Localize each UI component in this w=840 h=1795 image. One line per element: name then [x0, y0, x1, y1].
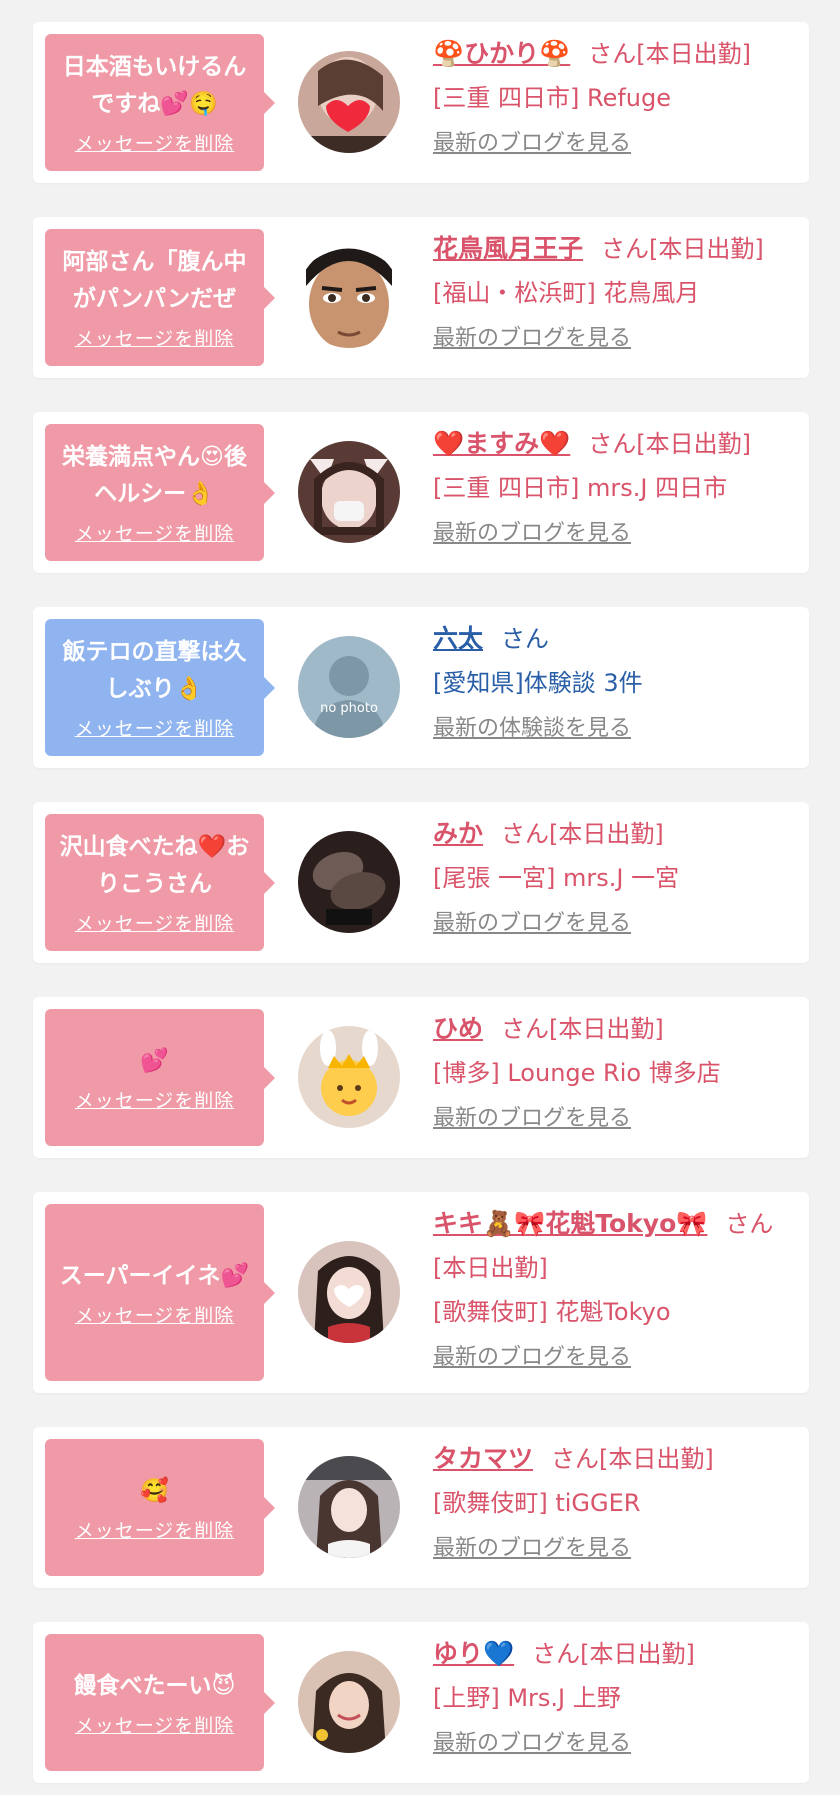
message-bubble: 日本酒もいけるん ですね💕🤤 メッセージを削除: [45, 34, 275, 171]
profile-info: ❤️ますみ❤️ さん[本日出勤] [三重 四日市] mrs.J 四日市 最新のブロ…: [433, 422, 803, 556]
latest-blog-link[interactable]: 最新のブログを見る: [433, 1336, 803, 1380]
shop-location: [三重 四日市] mrs.J 四日市: [433, 474, 728, 502]
profile-info: キキ🧸🎀花魁Tokyo🎀 さん[本日出勤] [歌舞伎町] 花魁Tokyo 最新のブ…: [433, 1202, 803, 1380]
latest-blog-link[interactable]: 最新のブログを見る: [433, 1527, 803, 1571]
avatar[interactable]: [298, 1026, 400, 1128]
latest-blog-link[interactable]: 最新のブログを見る: [433, 317, 803, 361]
shop-location: [歌舞伎町] 花魁Tokyo: [433, 1298, 671, 1326]
message-card: 栄養満点やん😍後 ヘルシー👌 メッセージを削除 ❤️ますみ❤️ さん[本日出勤] …: [33, 412, 809, 573]
latest-blog-link[interactable]: 最新のブログを見る: [433, 1722, 803, 1766]
profile-name-link[interactable]: ❤️ますみ❤️: [433, 429, 570, 458]
latest-blog-link[interactable]: 最新のブログを見る: [433, 122, 803, 166]
delete-message-link[interactable]: メッセージを削除: [75, 714, 235, 741]
delete-message-link[interactable]: メッセージを削除: [75, 1301, 235, 1328]
message-bubble: 🥰 メッセージを削除: [45, 1439, 275, 1576]
delete-message-link[interactable]: メッセージを削除: [75, 324, 235, 351]
profile-info: ゆり💙 さん[本日出勤] [上野] Mrs.J 上野 最新のブログを見る: [433, 1632, 803, 1766]
message-bubble: 栄養満点やん😍後 ヘルシー👌 メッセージを削除: [45, 424, 275, 561]
message-card: 飯テロの直撃は久 しぶり👌 メッセージを削除 no photo 六太 さん [愛知…: [33, 607, 809, 768]
delete-message-link[interactable]: メッセージを削除: [75, 1711, 235, 1738]
name-suffix: さん[本日出勤]: [588, 40, 751, 68]
avatar[interactable]: [298, 1456, 400, 1558]
avatar[interactable]: [298, 51, 400, 153]
name-suffix: さん[本日出勤]: [551, 1445, 714, 1473]
latest-blog-link[interactable]: 最新のブログを見る: [433, 902, 803, 946]
profile-info: 花鳥風月王子 さん[本日出勤] [福山・松浜町] 花鳥風月 最新のブログを見る: [433, 227, 803, 361]
name-suffix: さん: [501, 625, 550, 653]
profile-info: 六太 さん [愛知県]体験談 3件 最新の体験談を見る: [433, 617, 803, 751]
profile-name-link[interactable]: 六太: [433, 624, 483, 653]
profile-name-link[interactable]: ひめ: [433, 1014, 483, 1043]
profile-name-link[interactable]: キキ🧸🎀花魁Tokyo🎀: [433, 1209, 707, 1238]
shop-location: [三重 四日市] Refuge: [433, 84, 672, 112]
message-card: 🥰 メッセージを削除 タカマツ さん[本日出勤] [歌舞伎町] tiGGER 最新…: [33, 1427, 809, 1588]
message-bubble: 沢山食べたね❤️お りこうさん メッセージを削除: [45, 814, 275, 951]
shop-location: [福山・松浜町] 花鳥風月: [433, 279, 700, 307]
avatar[interactable]: [298, 1241, 400, 1343]
profile-name-link[interactable]: ゆり💙: [433, 1639, 514, 1668]
profile-name-link[interactable]: タカマツ: [433, 1444, 533, 1473]
message-card: 💕 メッセージを削除 ひめ さん[本日出勤] [博多] Lounge Rio 博多…: [33, 997, 809, 1158]
message-text: 日本酒もいけるん ですね💕🤤: [62, 54, 247, 117]
profile-info: ひめ さん[本日出勤] [博多] Lounge Rio 博多店 最新のブログを見る: [433, 1007, 803, 1141]
message-card: 饅食べたーい😈 メッセージを削除 ゆり💙 さん[本日出勤] [上野] Mrs.J …: [33, 1622, 809, 1783]
message-text: 沢山食べたね❤️お りこうさん: [59, 834, 250, 897]
message-text: 🥰: [140, 1477, 169, 1504]
name-suffix: さん[本日出勤]: [588, 430, 751, 458]
no-photo-text: no photo: [320, 701, 378, 716]
profile-name-link[interactable]: みか: [433, 819, 483, 848]
message-text: スーパーイイネ💕: [59, 1262, 250, 1289]
review-count: [愛知県]体験談 3件: [433, 669, 643, 697]
profile-info: みか さん[本日出勤] [尾張 一宮] mrs.J 一宮 最新のブログを見る: [433, 812, 803, 946]
name-suffix: さん[本日出勤]: [501, 820, 664, 848]
message-card: 沢山食べたね❤️お りこうさん メッセージを削除 みか さん[本日出勤] [尾張 …: [33, 802, 809, 963]
avatar[interactable]: [298, 441, 400, 543]
shop-location: [尾張 一宮] mrs.J 一宮: [433, 864, 680, 892]
message-text: 💕: [140, 1047, 169, 1074]
name-suffix: さん[本日出勤]: [501, 1015, 664, 1043]
shop-location: [上野] Mrs.J 上野: [433, 1684, 621, 1712]
delete-message-link[interactable]: メッセージを削除: [75, 129, 235, 156]
message-bubble: 💕 メッセージを削除: [45, 1009, 275, 1146]
name-suffix: さん[本日出勤]: [601, 235, 764, 263]
message-bubble: 阿部さん「腹ん中 がパンパンだぜ メッセージを削除: [45, 229, 275, 366]
avatar[interactable]: [298, 246, 400, 348]
avatar[interactable]: [298, 831, 400, 933]
message-bubble: スーパーイイネ💕 メッセージを削除: [45, 1204, 275, 1381]
avatar[interactable]: no photo: [298, 636, 400, 738]
message-card: スーパーイイネ💕 メッセージを削除 キキ🧸🎀花魁Tokyo🎀 さん[本日出勤] […: [33, 1192, 809, 1393]
profile-name-link[interactable]: 🍄ひかり🍄: [433, 39, 570, 68]
delete-message-link[interactable]: メッセージを削除: [75, 909, 235, 936]
latest-blog-link[interactable]: 最新のブログを見る: [433, 512, 803, 556]
delete-message-link[interactable]: メッセージを削除: [75, 519, 235, 546]
message-text: 栄養満点やん😍後 ヘルシー👌: [62, 444, 247, 507]
shop-location: [歌舞伎町] tiGGER: [433, 1489, 641, 1517]
message-bubble: 饅食べたーい😈 メッセージを削除: [45, 1634, 275, 1771]
profile-name-link[interactable]: 花鳥風月王子: [433, 234, 583, 263]
delete-message-link[interactable]: メッセージを削除: [75, 1086, 235, 1113]
name-suffix: さん[本日出勤]: [532, 1640, 695, 1668]
delete-message-link[interactable]: メッセージを削除: [75, 1516, 235, 1543]
profile-info: 🍄ひかり🍄 さん[本日出勤] [三重 四日市] Refuge 最新のブログを見る: [433, 32, 803, 166]
message-text: 饅食べたーい😈: [73, 1672, 236, 1699]
message-card: 阿部さん「腹ん中 がパンパンだぜ メッセージを削除 花鳥風月王子 さん[本日出勤]…: [33, 217, 809, 378]
shop-location: [博多] Lounge Rio 博多店: [433, 1059, 721, 1087]
message-text: 阿部さん「腹ん中 がパンパンだぜ: [62, 249, 247, 312]
profile-info: タカマツ さん[本日出勤] [歌舞伎町] tiGGER 最新のブログを見る: [433, 1437, 803, 1571]
latest-review-link[interactable]: 最新の体験談を見る: [433, 707, 803, 751]
message-text: 飯テロの直撃は久 しぶり👌: [62, 639, 247, 702]
message-bubble: 飯テロの直撃は久 しぶり👌 メッセージを削除: [45, 619, 275, 756]
avatar[interactable]: [298, 1651, 400, 1753]
latest-blog-link[interactable]: 最新のブログを見る: [433, 1097, 803, 1141]
message-card: 日本酒もいけるん ですね💕🤤 メッセージを削除 🍄ひかり🍄 さん[本日出勤] [三…: [33, 22, 809, 183]
